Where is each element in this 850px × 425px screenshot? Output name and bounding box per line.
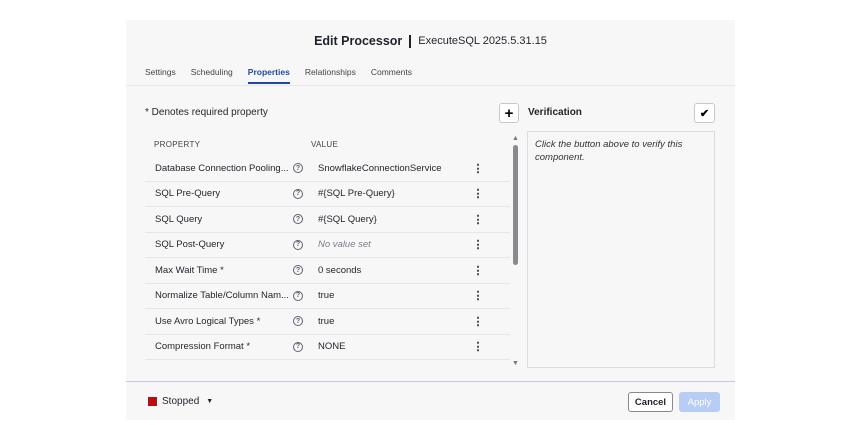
- help-icon[interactable]: ?: [293, 239, 303, 250]
- property-name: Max Wait Time *: [155, 264, 224, 276]
- title-separator: [409, 34, 412, 48]
- table-header: PROPERTY VALUE: [145, 132, 510, 156]
- help-icon[interactable]: ?: [293, 341, 303, 352]
- more-options-icon[interactable]: ⋮: [468, 264, 488, 277]
- more-options-icon[interactable]: ⋮: [468, 162, 488, 175]
- property-name: SQL Query: [155, 213, 203, 225]
- property-name: Normalize Table/Column Nam...: [155, 290, 289, 302]
- scroll-thumb[interactable]: [513, 145, 518, 265]
- help-icon[interactable]: ?: [293, 188, 303, 199]
- table-row[interactable]: Max Wait Time *? 0 seconds ⋮: [145, 258, 510, 284]
- edit-processor-dialog: Edit Processor ExecuteSQL 2025.5.31.15 S…: [126, 20, 735, 420]
- table-row[interactable]: Database Connection Pooling...? Snowflake…: [145, 156, 510, 182]
- properties-table: PROPERTY VALUE Database Connection Pooli…: [145, 132, 510, 360]
- help-icon[interactable]: ?: [293, 265, 303, 276]
- run-status-label: Stopped: [162, 396, 200, 407]
- property-value[interactable]: true: [303, 290, 468, 301]
- property-value[interactable]: No value set: [303, 239, 468, 250]
- dialog-title-subtitle: ExecuteSQL 2025.5.31.15: [418, 35, 547, 47]
- verification-message: Click the button above to verify this co…: [527, 131, 715, 368]
- more-options-icon[interactable]: ⋮: [468, 213, 488, 226]
- property-value[interactable]: #{SQL Pre-Query}: [303, 188, 468, 199]
- tab-bar: Settings Scheduling Properties Relations…: [145, 67, 412, 84]
- dialog-title-main: Edit Processor: [314, 34, 403, 48]
- property-name: SQL Pre-Query: [155, 188, 221, 200]
- footer-divider: [126, 381, 735, 382]
- help-icon[interactable]: ?: [293, 214, 303, 225]
- tab-comments[interactable]: Comments: [371, 67, 412, 84]
- verification-title: Verification: [528, 107, 582, 118]
- checkmark-icon: ✔: [699, 107, 710, 120]
- tab-relationships[interactable]: Relationships: [305, 67, 356, 84]
- scroll-up-arrow-icon[interactable]: ▲: [512, 135, 519, 142]
- column-header-value: VALUE: [311, 139, 339, 149]
- column-header-property: PROPERTY: [154, 139, 201, 149]
- table-row[interactable]: SQL Post-Query? No value set ⋮: [145, 232, 510, 258]
- caret-down-icon: ▼: [206, 398, 214, 405]
- scroll-down-arrow-icon[interactable]: ▼: [512, 360, 519, 367]
- property-name: Compression Format *: [155, 341, 251, 353]
- verify-button[interactable]: ✔: [694, 103, 715, 123]
- property-value[interactable]: NONE: [303, 341, 468, 352]
- tabs-divider: [126, 85, 735, 86]
- property-name: Database Connection Pooling...: [155, 162, 289, 174]
- stopped-icon: [148, 397, 157, 406]
- run-status-dropdown[interactable]: Stopped ▼: [148, 396, 213, 407]
- more-options-icon[interactable]: ⋮: [468, 289, 488, 302]
- help-icon[interactable]: ?: [293, 316, 303, 327]
- plus-icon: +: [504, 104, 514, 122]
- add-property-button[interactable]: +: [499, 103, 519, 123]
- table-row[interactable]: Compression Format *? NONE ⋮: [145, 334, 510, 360]
- more-options-icon[interactable]: ⋮: [468, 187, 488, 200]
- apply-button[interactable]: Apply: [679, 392, 720, 412]
- more-options-icon[interactable]: ⋮: [468, 238, 488, 251]
- help-icon[interactable]: ?: [293, 163, 303, 174]
- required-property-note: * Denotes required property: [145, 107, 268, 118]
- dialog-title: Edit Processor ExecuteSQL 2025.5.31.15: [126, 32, 735, 50]
- tab-properties[interactable]: Properties: [247, 67, 290, 84]
- cancel-button[interactable]: Cancel: [628, 392, 673, 412]
- table-row[interactable]: Normalize Table/Column Nam...? true ⋮: [145, 283, 510, 309]
- tab-scheduling[interactable]: Scheduling: [191, 67, 233, 84]
- property-value[interactable]: 0 seconds: [303, 265, 468, 276]
- more-options-icon[interactable]: ⋮: [468, 340, 488, 353]
- property-value[interactable]: true: [303, 316, 468, 327]
- table-row[interactable]: SQL Pre-Query? #{SQL Pre-Query} ⋮: [145, 181, 510, 207]
- property-value[interactable]: SnowflakeConnectionService: [303, 163, 468, 174]
- property-name: Use Avro Logical Types *: [155, 315, 261, 327]
- table-row[interactable]: SQL Query? #{SQL Query} ⋮: [145, 207, 510, 233]
- table-row[interactable]: Use Avro Logical Types *? true ⋮: [145, 309, 510, 335]
- property-value[interactable]: #{SQL Query}: [303, 214, 468, 225]
- properties-scrollbar[interactable]: ▲ ▼: [510, 135, 520, 367]
- property-name: SQL Post-Query: [155, 239, 225, 251]
- help-icon[interactable]: ?: [293, 290, 303, 301]
- more-options-icon[interactable]: ⋮: [468, 315, 488, 328]
- tab-settings[interactable]: Settings: [145, 67, 176, 84]
